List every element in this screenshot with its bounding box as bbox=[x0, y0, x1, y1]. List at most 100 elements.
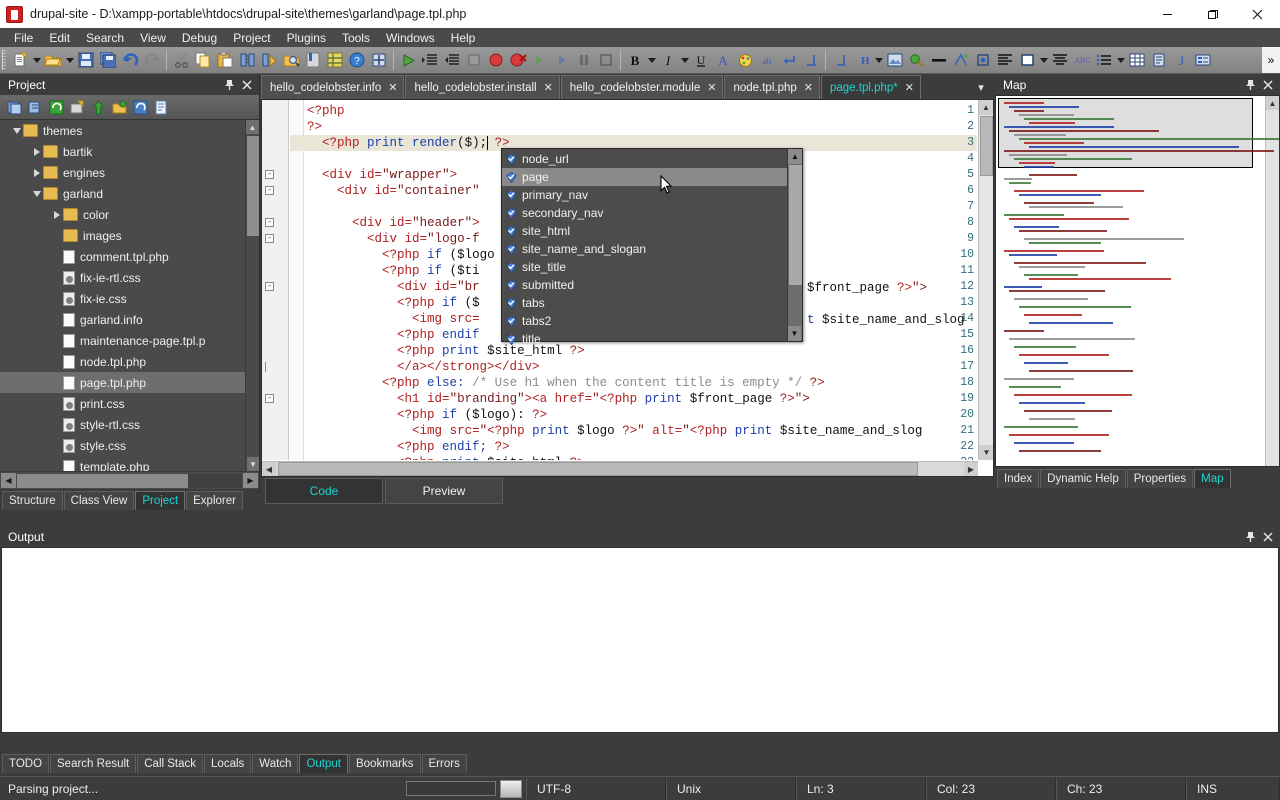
fold-toggle-icon[interactable]: - bbox=[265, 282, 274, 291]
cut-icon[interactable] bbox=[170, 49, 192, 71]
tree-item[interactable]: template.php bbox=[0, 456, 259, 471]
run-icon[interactable] bbox=[397, 49, 419, 71]
ftp-icon[interactable] bbox=[109, 97, 129, 117]
tree-item[interactable]: maintenance-page.tpl.p bbox=[0, 330, 259, 351]
close-tab-icon[interactable]: ✕ bbox=[905, 81, 914, 94]
autocomplete-scrollbar[interactable]: ▲ ▼ bbox=[787, 149, 802, 341]
link-icon[interactable]: ab bbox=[756, 49, 778, 71]
pin-icon[interactable] bbox=[1244, 78, 1256, 91]
status-line-ending[interactable]: Unix bbox=[666, 777, 796, 800]
pause-icon[interactable] bbox=[573, 49, 595, 71]
code-editor[interactable]: 1 <?php 2 ?> 3 <?php print render($); ?> 4 5- … bbox=[261, 99, 994, 477]
autocomplete-item[interactable]: primary_nav bbox=[502, 186, 787, 204]
close-tab-icon[interactable]: ✕ bbox=[707, 81, 716, 94]
fold-toggle-icon[interactable]: - bbox=[265, 186, 274, 195]
upload-icon[interactable] bbox=[88, 97, 108, 117]
autocomplete-scroll-down[interactable]: ▼ bbox=[788, 326, 801, 341]
tab-properties[interactable]: Properties bbox=[1126, 469, 1194, 488]
tree-expander-icon[interactable] bbox=[30, 145, 43, 158]
tab-dynamic-help[interactable]: Dynamic Help bbox=[1040, 469, 1126, 488]
font-color-icon[interactable]: A bbox=[712, 49, 734, 71]
tab-structure[interactable]: Structure bbox=[2, 491, 63, 510]
pin-icon[interactable] bbox=[1244, 530, 1256, 543]
sync-icon[interactable] bbox=[130, 97, 150, 117]
box-icon[interactable] bbox=[1016, 49, 1038, 71]
autocomplete-item[interactable]: page bbox=[502, 168, 787, 186]
paragraph-icon[interactable] bbox=[829, 49, 851, 71]
view-tab-code[interactable]: Code bbox=[265, 478, 383, 504]
tab-locals[interactable]: Locals bbox=[204, 754, 252, 773]
bookmark-icon[interactable] bbox=[302, 49, 324, 71]
tab-index[interactable]: Index bbox=[997, 469, 1040, 488]
tree-item[interactable]: comment.tpl.php bbox=[0, 246, 259, 267]
breakpoint-icon[interactable] bbox=[485, 49, 507, 71]
tree-item[interactable]: style-rtl.css bbox=[0, 414, 259, 435]
autocomplete-scroll-up[interactable]: ▲ bbox=[788, 149, 802, 164]
tab-map[interactable]: Map bbox=[1194, 469, 1231, 488]
remove-breakpoints-icon[interactable] bbox=[507, 49, 529, 71]
code-vscrollbar[interactable]: ▲ ▼ bbox=[978, 100, 993, 460]
fold-toggle-icon[interactable]: - bbox=[265, 218, 274, 227]
hscroll-right-button[interactable]: ▶ bbox=[243, 473, 258, 488]
output-content[interactable] bbox=[1, 547, 1279, 733]
tab-todo[interactable]: TODO bbox=[2, 754, 50, 773]
code-scroll-up[interactable]: ▲ bbox=[979, 100, 993, 115]
fullscreen-icon[interactable] bbox=[368, 49, 390, 71]
tab-bookmarks[interactable]: Bookmarks bbox=[348, 754, 421, 773]
editor-tab[interactable]: page.tpl.php* ✕ bbox=[820, 75, 921, 99]
form-fields-icon[interactable] bbox=[1192, 49, 1214, 71]
scroll-up-button[interactable]: ▲ bbox=[246, 120, 259, 134]
bold-icon[interactable]: B bbox=[624, 49, 646, 71]
special-char-icon[interactable] bbox=[950, 49, 972, 71]
paste-icon[interactable] bbox=[214, 49, 236, 71]
autocomplete-item[interactable]: tabs bbox=[502, 294, 787, 312]
editor-tab[interactable]: node.tpl.php ✕ bbox=[724, 75, 820, 99]
project-properties-icon[interactable] bbox=[67, 97, 87, 117]
view-tab-preview[interactable]: Preview bbox=[385, 478, 503, 504]
redo-icon[interactable] bbox=[141, 49, 163, 71]
project-tree-hscrollbar[interactable]: ◀ ▶ bbox=[0, 471, 259, 489]
menu-view[interactable]: View bbox=[132, 29, 174, 47]
replace-icon[interactable] bbox=[258, 49, 280, 71]
grid-icon[interactable] bbox=[324, 49, 346, 71]
project-info-icon[interactable] bbox=[151, 97, 171, 117]
close-tab-icon[interactable]: ✕ bbox=[544, 81, 553, 94]
hscroll-track[interactable] bbox=[17, 473, 242, 488]
tree-item[interactable]: themes bbox=[0, 120, 259, 141]
autocomplete-item[interactable]: secondary_nav bbox=[502, 204, 787, 222]
code-scroll-thumb[interactable] bbox=[980, 116, 993, 176]
pin-icon[interactable] bbox=[223, 78, 235, 91]
tree-item[interactable]: node.tpl.php bbox=[0, 351, 259, 372]
tree-expander-icon[interactable] bbox=[30, 187, 43, 200]
project-tree[interactable]: ▲ ▼ themes bartik engines garland color image… bbox=[0, 120, 259, 471]
find-icon[interactable] bbox=[236, 49, 258, 71]
close-tab-icon[interactable]: ✕ bbox=[388, 81, 397, 94]
editor-tab[interactable]: hello_codelobster.info ✕ bbox=[261, 75, 405, 99]
new-project-icon[interactable] bbox=[4, 97, 24, 117]
align-left-icon[interactable] bbox=[994, 49, 1016, 71]
form-icon[interactable] bbox=[1148, 49, 1170, 71]
fold-toggle-icon[interactable]: - bbox=[265, 170, 274, 179]
tree-item[interactable]: garland.info bbox=[0, 309, 259, 330]
code-scroll-down[interactable]: ▼ bbox=[979, 445, 993, 460]
hyperlink-icon[interactable] bbox=[906, 49, 928, 71]
menu-search[interactable]: Search bbox=[78, 29, 132, 47]
scroll-down-button[interactable]: ▼ bbox=[247, 457, 259, 471]
code-hscrollbar[interactable]: ◀ ▶ bbox=[262, 461, 978, 476]
bold-dropdown-arrow[interactable] bbox=[646, 49, 657, 71]
refresh-icon[interactable] bbox=[46, 97, 66, 117]
step-over-icon[interactable] bbox=[551, 49, 573, 71]
code-hscroll-thumb[interactable] bbox=[278, 462, 918, 476]
target-icon[interactable] bbox=[972, 49, 994, 71]
menu-help[interactable]: Help bbox=[443, 29, 484, 47]
menu-edit[interactable]: Edit bbox=[41, 29, 78, 47]
indent-icon[interactable] bbox=[419, 49, 441, 71]
menu-project[interactable]: Project bbox=[225, 29, 278, 47]
autocomplete-item[interactable]: site_html bbox=[502, 222, 787, 240]
autocomplete-scroll-thumb[interactable] bbox=[789, 165, 802, 285]
hscroll-left-button[interactable]: ◀ bbox=[1, 473, 16, 488]
fold-line[interactable] bbox=[265, 362, 274, 372]
abbr-icon[interactable]: ABC bbox=[1071, 49, 1093, 71]
autocomplete-item[interactable]: node_url bbox=[502, 150, 787, 168]
undo-icon[interactable] bbox=[119, 49, 141, 71]
